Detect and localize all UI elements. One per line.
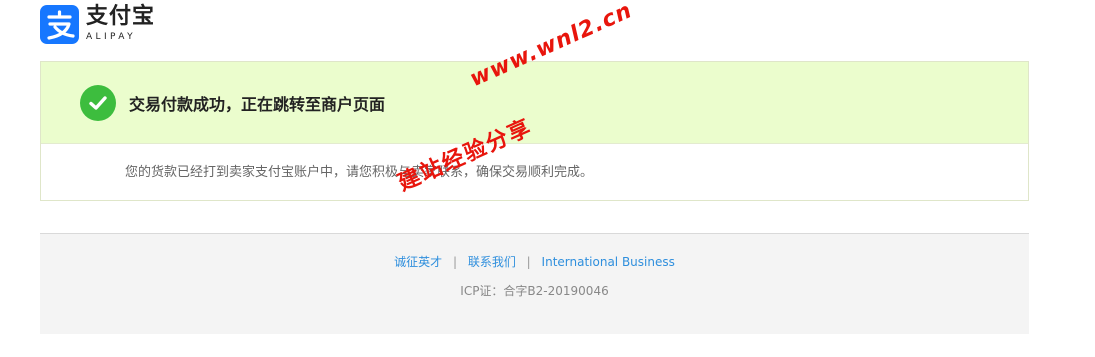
footer-separator: | (452, 255, 457, 269)
alipay-logo[interactable]: 支付宝 ALIPAY (40, 4, 155, 44)
check-circle-icon (80, 84, 116, 121)
footer: 诚征英才 | 联系我们 | International Business ICP… (40, 233, 1029, 334)
footer-link-contact[interactable]: 联系我们 (468, 255, 516, 269)
alipay-logo-icon (40, 4, 79, 44)
result-header: 交易付款成功，正在跳转至商户页面 (41, 62, 1028, 144)
brand-name-en: ALIPAY (86, 32, 137, 42)
footer-separator: | (526, 255, 531, 269)
brand-name-cn: 支付宝 (86, 4, 156, 29)
result-message: 您的货款已经打到卖家支付宝账户中，请您积极与卖家联系，确保交易顺利完成。 (125, 165, 594, 180)
footer-links: 诚征英才 | 联系我们 | International Business (40, 253, 1029, 270)
result-title: 交易付款成功，正在跳转至商户页面 (129, 94, 386, 114)
payment-result-panel: 交易付款成功，正在跳转至商户页面 您的货款已经打到卖家支付宝账户中，请您积极与卖… (40, 61, 1029, 201)
icp-license: ICP证：合字B2-20190046 (460, 284, 609, 298)
footer-link-careers[interactable]: 诚征英才 (394, 255, 442, 269)
footer-link-international[interactable]: International Business (542, 255, 675, 269)
